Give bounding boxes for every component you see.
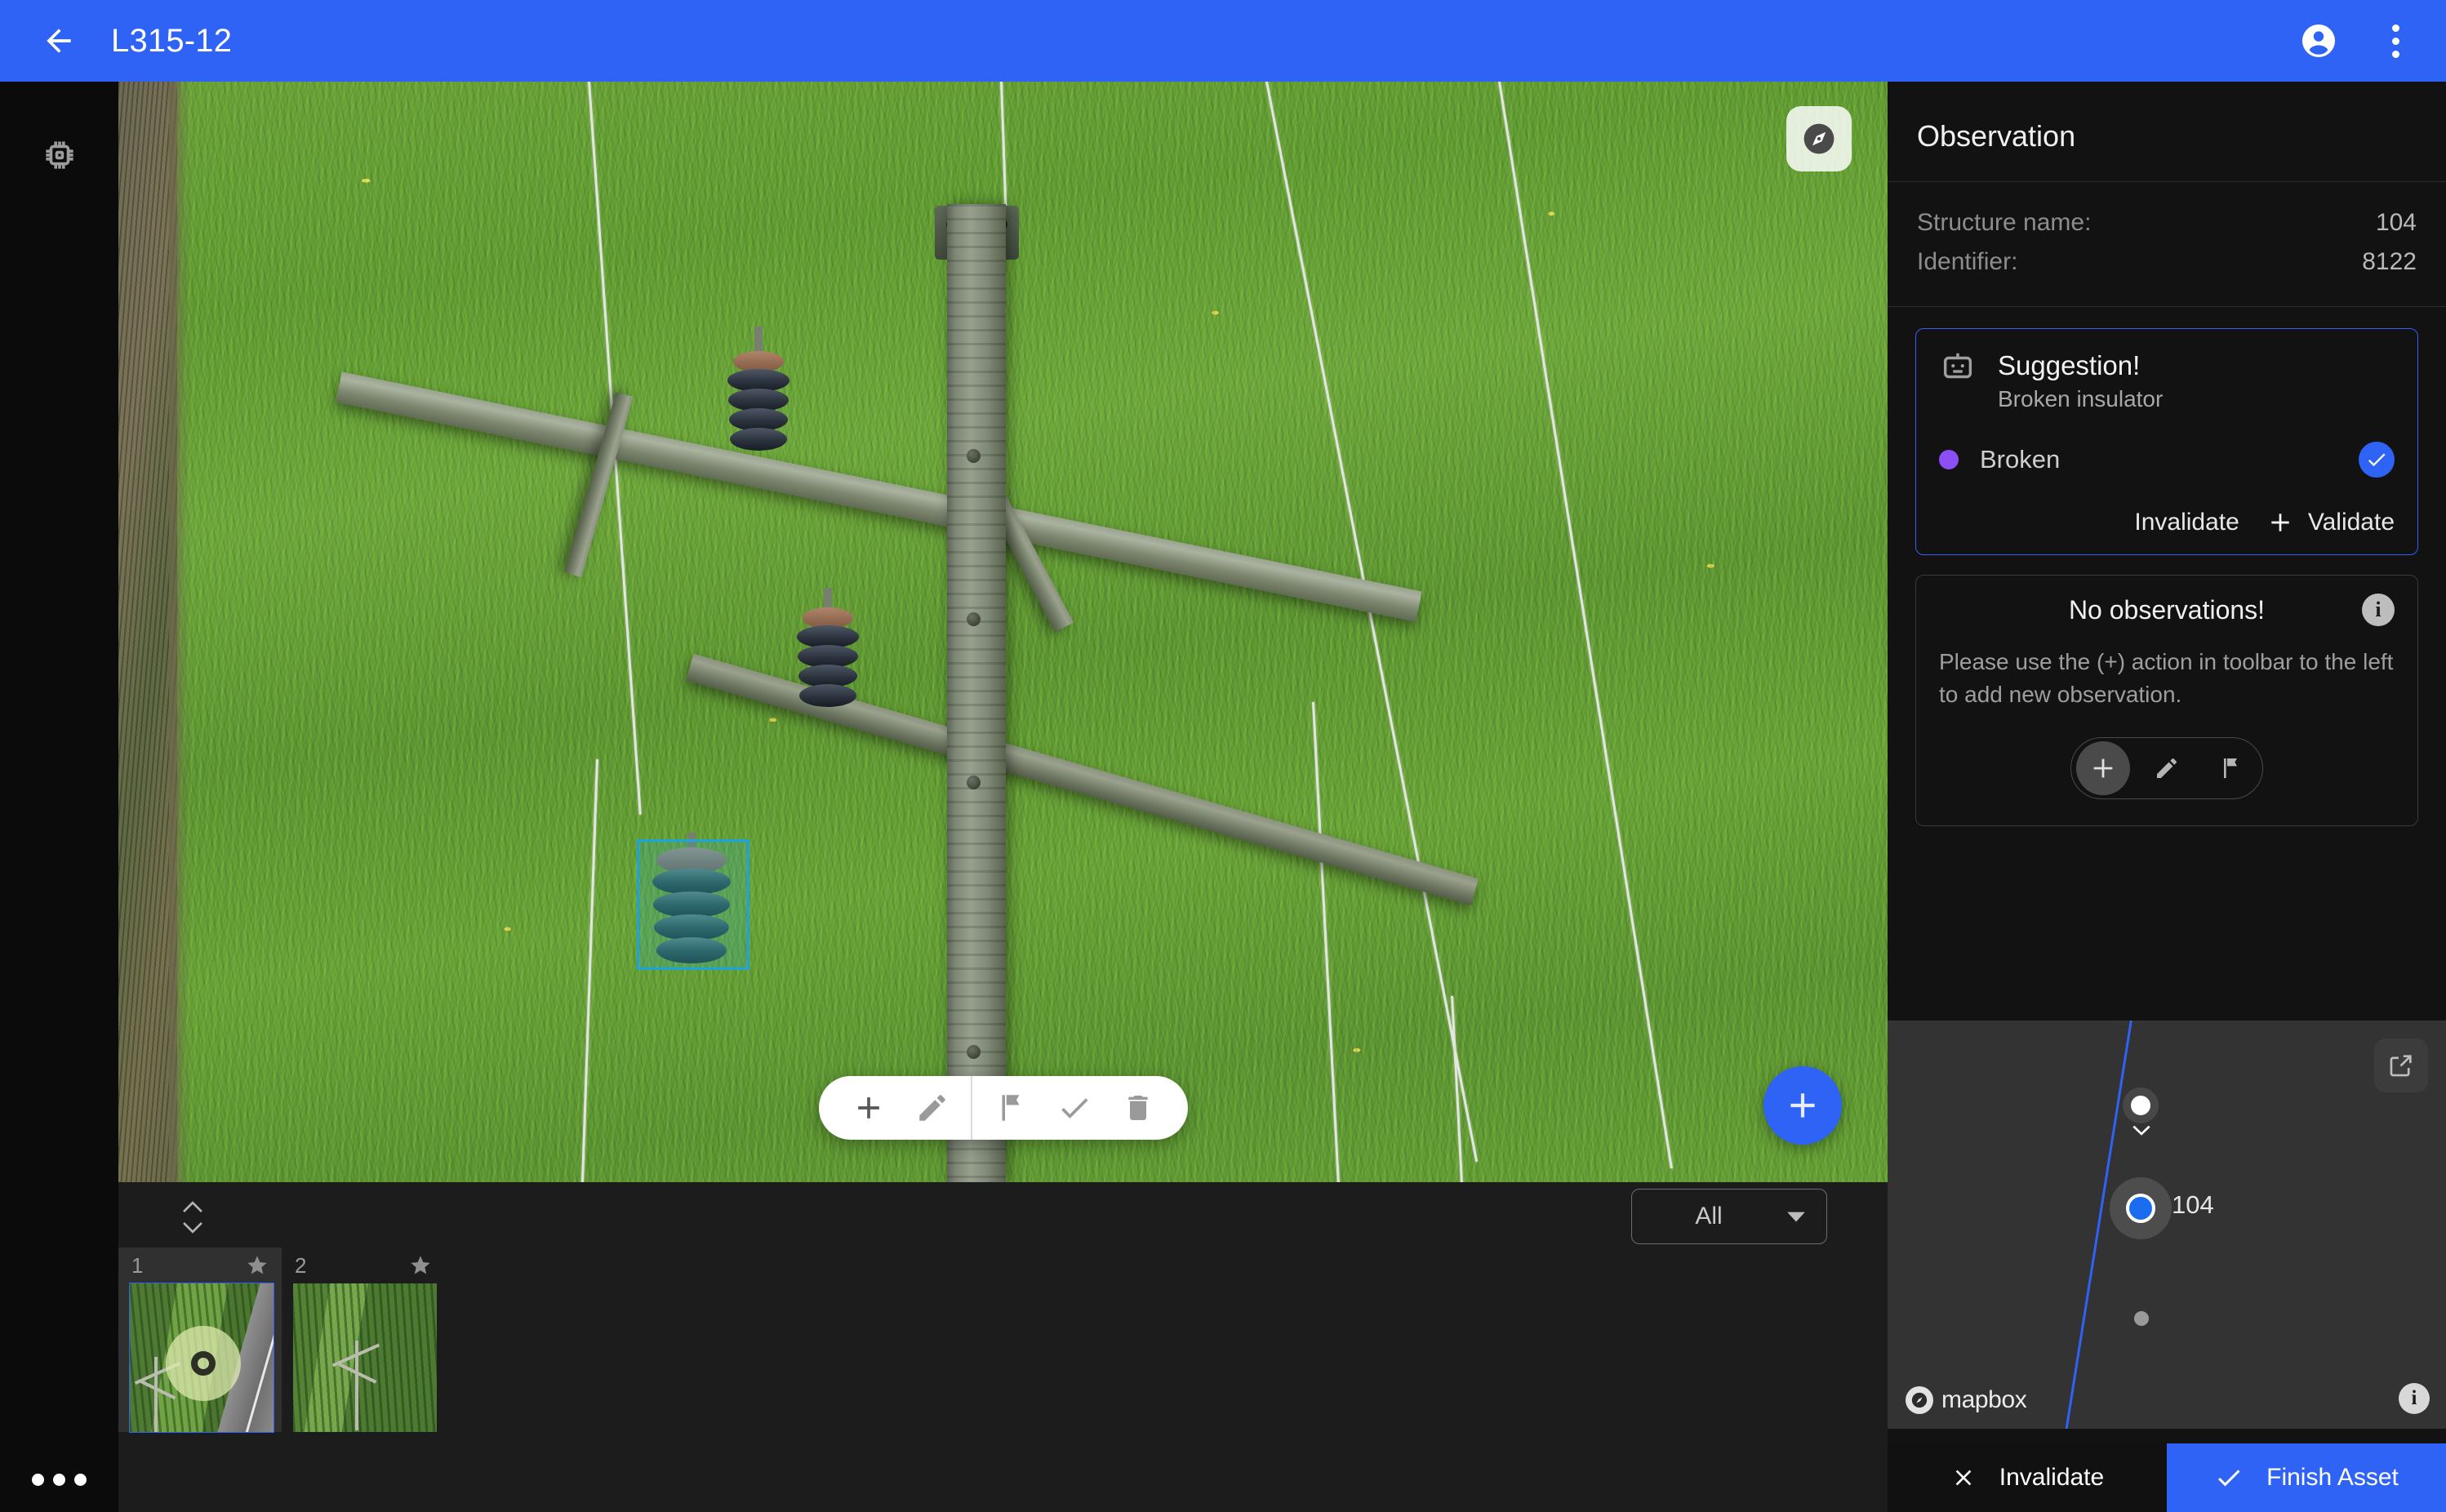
thumbnail-list: 1 2: [118, 1247, 445, 1433]
open-in-new-icon[interactable]: [2374, 1038, 2428, 1092]
back-arrow-icon[interactable]: [36, 18, 82, 64]
structure-metadata: Structure name: 104 Identifier: 8122: [1888, 182, 2446, 307]
panel-title: Observation: [1888, 82, 2446, 182]
map-node-selected[interactable]: [2126, 1194, 2155, 1223]
more-horiz-icon[interactable]: [0, 1447, 118, 1512]
meta-key: Structure name:: [1917, 209, 2092, 236]
mapbox-mark-icon: [1906, 1386, 1933, 1414]
chip-icon[interactable]: [0, 122, 118, 188]
thumbnail-image-1: [129, 1283, 274, 1433]
invalidate-label: Invalidate: [1999, 1464, 2105, 1491]
plus-icon[interactable]: [837, 1076, 901, 1140]
chevron-down-icon: [1786, 1210, 1807, 1223]
plus-icon[interactable]: [2076, 740, 2130, 795]
finish-label: Finish Asset: [2266, 1464, 2399, 1491]
map-node-downstream[interactable]: [2134, 1311, 2149, 1326]
bottom-action-bar: Invalidate Finish Asset: [1888, 1443, 2446, 1512]
detection-bounding-box[interactable]: [637, 839, 749, 970]
defect-label: Broken: [1980, 445, 2061, 474]
app-header: L315-12: [0, 0, 2446, 82]
annotation-toolbar: [818, 1076, 1188, 1140]
star-icon[interactable]: [409, 1254, 432, 1277]
more-vert-icon[interactable]: [2371, 16, 2420, 65]
focus-target-marker: [166, 1326, 241, 1401]
finish-asset-button[interactable]: Finish Asset: [2167, 1443, 2446, 1512]
filter-select[interactable]: All: [1631, 1189, 1827, 1244]
map-node-label: 104: [2172, 1190, 2214, 1219]
meta-value: 104: [2375, 209, 2417, 236]
meta-key: Identifier:: [1917, 248, 2018, 275]
image-viewer[interactable]: [118, 82, 1888, 1182]
thumbnail-index: 2: [295, 1252, 307, 1278]
defect-color-dot: [1939, 450, 1959, 469]
chevron-down-icon[interactable]: [2131, 1125, 2152, 1138]
suggestion-actions: Invalidate Validate: [1939, 509, 2395, 536]
suggestion-defect-row: Broken: [1939, 442, 2395, 478]
suggestion-text: Suggestion! Broken insulator: [1998, 349, 2163, 412]
pencil-icon[interactable]: [2140, 741, 2194, 795]
suggestion-card: Suggestion! Broken insulator Broken Inva…: [1915, 328, 2418, 555]
thumbnail-item-2[interactable]: 2: [282, 1247, 445, 1432]
flag-icon[interactable]: [2204, 741, 2257, 795]
validate-label: Validate: [2307, 509, 2395, 536]
account-circle-icon[interactable]: [2294, 16, 2343, 65]
no-observations-body: Please use the (+) action in toolbar to …: [1939, 649, 2394, 707]
thumbnail-header: 2: [293, 1247, 434, 1283]
more-vert-dots: [2391, 24, 2399, 58]
thumbnail-header: 1: [130, 1247, 270, 1283]
filter-value: All: [1695, 1203, 1723, 1230]
photo-dirt-edge: [169, 82, 190, 1182]
robot-icon: [1939, 349, 1977, 386]
add-observation-fab[interactable]: [1763, 1066, 1842, 1145]
validate-suggestion-button[interactable]: Validate: [2267, 509, 2395, 536]
info-icon[interactable]: i: [2399, 1383, 2430, 1414]
suggestion-subtitle: Broken insulator: [1998, 386, 2164, 411]
sort-updown-icon[interactable]: [163, 1192, 222, 1243]
toolbar-divider: [970, 1076, 972, 1140]
thumbnail-item-1[interactable]: 1: [118, 1247, 282, 1433]
no-observations-title: No observations!: [2068, 594, 2266, 625]
page-title: L315-12: [111, 22, 233, 59]
flag-icon[interactable]: [979, 1076, 1043, 1140]
more-horiz-dots: [32, 1473, 87, 1486]
info-icon[interactable]: i: [2362, 594, 2395, 626]
no-observations-header: No observations! i: [1939, 594, 2395, 626]
suggestion-header: Suggestion! Broken insulator: [1939, 349, 2395, 412]
filmstrip-header: All: [118, 1182, 1888, 1247]
mini-map[interactable]: 104 mapbox i: [1888, 1021, 2446, 1429]
trash-icon[interactable]: [1106, 1076, 1170, 1140]
no-observations-card: No observations! i Please use the (+) ac…: [1915, 575, 2418, 826]
plus-icon: [2267, 509, 2293, 536]
meta-row-identifier: Identifier: 8122: [1917, 242, 2417, 282]
check-icon[interactable]: [1043, 1076, 1106, 1140]
suggestion-title: Suggestion!: [1998, 350, 2141, 380]
mapbox-attribution[interactable]: mapbox: [1906, 1386, 2027, 1414]
star-icon[interactable]: [246, 1254, 269, 1277]
close-x-icon: [1950, 1465, 1977, 1491]
meta-row-structure-name: Structure name: 104: [1917, 203, 2417, 242]
app-root: L315-12 All 1 2 Observation Structure na…: [0, 0, 2446, 1512]
utility-pole: [947, 204, 1006, 1182]
insulator-right-upper: [727, 327, 790, 465]
invalidate-suggestion-button[interactable]: Invalidate: [2134, 509, 2239, 536]
mapbox-label: mapbox: [1941, 1386, 2027, 1413]
map-node-upstream[interactable]: [2131, 1096, 2150, 1115]
pole-grain: [947, 204, 1006, 1182]
check-icon: [2214, 1463, 2244, 1492]
insulator-right-lower: [796, 588, 860, 727]
left-toolbar: [0, 82, 118, 1512]
inspection-photo: [118, 82, 1888, 1182]
pencil-icon[interactable]: [901, 1076, 964, 1140]
invalidate-asset-button[interactable]: Invalidate: [1888, 1443, 2167, 1512]
meta-value: 8122: [2362, 248, 2417, 275]
check-circle-icon[interactable]: [2359, 442, 2395, 478]
observation-mini-toolbar: [2070, 736, 2263, 799]
explore-compass-icon[interactable]: [1786, 106, 1852, 171]
thumbnail-image-2: [293, 1283, 437, 1432]
thumbnail-filmstrip: All 1 2: [118, 1182, 1888, 1512]
thumbnail-index: 1: [131, 1252, 144, 1278]
